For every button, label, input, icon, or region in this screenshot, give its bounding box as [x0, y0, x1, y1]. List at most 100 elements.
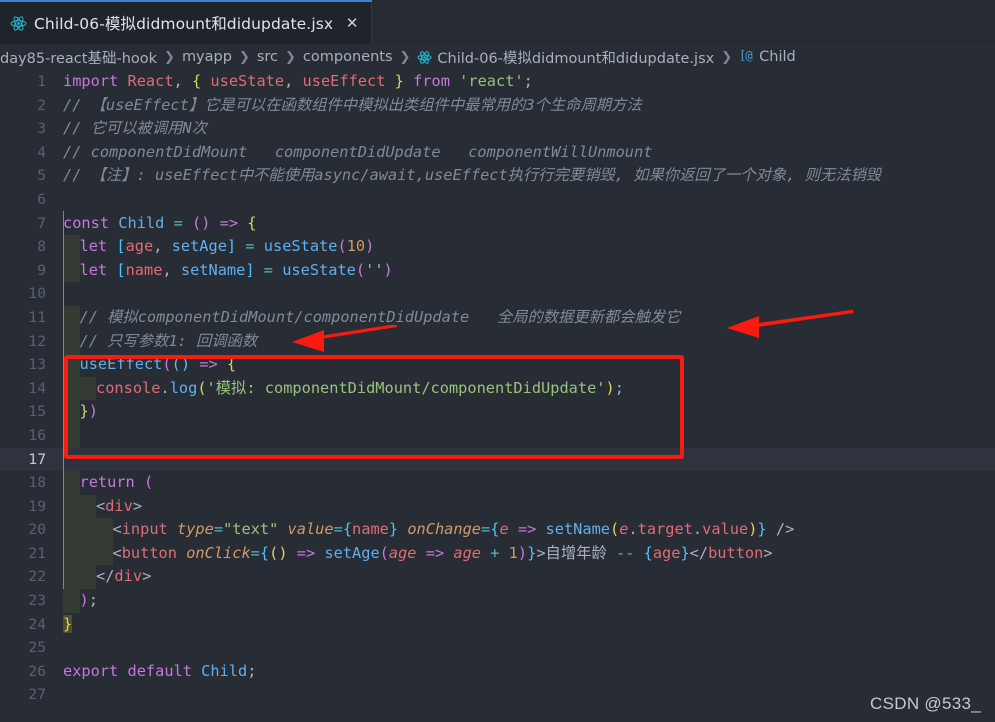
code-text: // 模拟componentDidMount/componentDidUpdat…: [46, 305, 995, 330]
code-line: 11 // 模拟componentDidMount/componentDidUp…: [0, 305, 995, 330]
code-line: 8 let [age, setAge] = useState(10): [0, 235, 995, 259]
code-line: 10: [0, 282, 995, 306]
code-line: 1 import React, { useState, useEffect } …: [0, 70, 995, 94]
code-line: 12 // 只写参数1: 回调函数: [0, 329, 995, 354]
line-number: 16: [28, 426, 46, 444]
code-line: 23 );: [0, 589, 995, 613]
breadcrumb-chevron-icon: ❯: [238, 49, 250, 65]
code-line: 26 export default Child;: [0, 660, 995, 684]
code-line: 25: [0, 636, 995, 660]
line-number: 14: [28, 379, 46, 397]
code-line: 19 <div>: [0, 494, 995, 519]
line-number: 9: [37, 261, 46, 279]
code-text: );: [46, 589, 995, 613]
breadcrumb-chevron-icon: ❯: [164, 49, 175, 65]
code-text: import React, { useState, useEffect } fr…: [63, 72, 533, 90]
code-text: // 它可以被调用N次: [63, 119, 207, 138]
code-text: console.log('模拟: componentDidMount/compo…: [46, 376, 995, 401]
line-number: 5: [37, 167, 46, 185]
watermark: CSDN @533_: [870, 694, 981, 713]
code-line: 5 // 【注】: useEffect中不能使用async/await,useE…: [0, 164, 995, 188]
breadcrumb-chevron-icon: ❯: [399, 49, 411, 65]
code-text: <button onClick={() => setAge(age => age…: [46, 541, 995, 566]
line-number: 10: [28, 285, 46, 303]
line-number: 23: [28, 592, 46, 610]
line-number: 21: [28, 544, 46, 562]
line-number: 22: [28, 568, 46, 586]
code-text: }: [63, 614, 73, 633]
breadcrumb: day85-react基础-hook ❯ myapp ❯ src ❯ compo…: [0, 44, 995, 70]
editor-tab-child-06[interactable]: Child-06-模拟didmount和didupdate.jsx ✕: [0, 0, 373, 44]
line-number: 26: [28, 662, 46, 680]
code-line: 27: [0, 683, 995, 707]
react-icon: [10, 15, 27, 32]
code-line: 14 console.log('模拟: componentDidMount/co…: [0, 376, 995, 401]
code-text: [46, 423, 995, 448]
code-text: let [age, setAge] = useState(10): [46, 235, 995, 259]
code-line: 9 let [name, setName] = useState(''): [0, 258, 995, 283]
code-text: <div>: [46, 494, 995, 519]
code-text: <input type="text" value={name} onChange…: [46, 518, 995, 542]
code-line: 4 // componentDidMount componentDidUpdat…: [0, 141, 995, 165]
breadcrumb-item-1[interactable]: myapp: [182, 49, 232, 65]
close-icon[interactable]: ✕: [344, 15, 360, 31]
code-line: 2 // 【useEffect】它是可以在函数组件中模拟出类组件中最常用的3个生…: [0, 94, 995, 118]
code-line-current: 17: [0, 447, 995, 472]
code-text: // componentDidMount componentDidUpdate …: [63, 142, 653, 161]
code-text: export default Child;: [63, 661, 257, 680]
code-line: 3 // 它可以被调用N次: [0, 117, 995, 141]
breadcrumb-item-2[interactable]: src: [257, 49, 278, 65]
code-line: 15 }): [0, 400, 995, 424]
code-line: 22 </div>: [0, 565, 995, 590]
code-text: </div>: [46, 565, 995, 590]
line-number: 13: [28, 356, 46, 374]
code-line: 24 }: [0, 613, 995, 637]
line-number: 19: [28, 497, 46, 515]
code-text: return (: [46, 471, 995, 495]
line-number: 3: [37, 120, 46, 138]
code-text: useEffect(() => {: [46, 353, 995, 377]
line-number: 18: [28, 474, 46, 492]
line-number: 6: [37, 190, 46, 208]
code-text: }): [46, 400, 995, 424]
line-number: 17: [28, 450, 46, 468]
line-number: 4: [37, 143, 46, 161]
breadcrumb-item-3[interactable]: components: [303, 49, 393, 65]
line-number: 7: [37, 214, 46, 232]
tab-bar: Child-06-模拟didmount和didupdate.jsx ✕: [0, 0, 995, 44]
line-number: 24: [28, 615, 46, 633]
code-line: 21 <button onClick={() => setAge(age => …: [0, 541, 995, 566]
symbol-variable-icon: [@]: [739, 48, 759, 66]
breadcrumb-item-4[interactable]: Child-06-模拟didmount和didupdate.jsx: [437, 47, 714, 68]
code-line: 20 <input type="text" value={name} onCha…: [0, 518, 995, 542]
line-number: 12: [28, 332, 46, 350]
line-number: 27: [28, 686, 46, 704]
code-line: 16: [0, 423, 995, 448]
code-text: // 【useEffect】它是可以在函数组件中模拟出类组件中最常用的3个生命周…: [63, 95, 642, 114]
breadcrumb-chevron-icon: ❯: [285, 49, 296, 65]
tab-title: Child-06-模拟didmount和didupdate.jsx: [34, 15, 334, 33]
line-number: 1: [37, 73, 46, 90]
line-number: 2: [37, 96, 46, 114]
code-line: 13 useEffect(() => {: [0, 353, 995, 377]
breadcrumb-item-0[interactable]: day85-react基础-hook: [0, 47, 157, 68]
svg-text:[@]: [@]: [739, 48, 754, 62]
code-text: const Child = () => {: [63, 213, 257, 232]
code-text: let [name, setName] = useState(''): [46, 258, 995, 283]
code-line: 6: [0, 188, 995, 212]
line-number: 8: [37, 238, 46, 256]
code-line: 7 const Child = () => {: [0, 212, 995, 236]
code-text: // 【注】: useEffect中不能使用async/await,useEff…: [63, 166, 882, 185]
line-number: 20: [28, 521, 46, 539]
line-number: 25: [28, 639, 46, 657]
breadcrumb-item-5[interactable]: Child: [759, 49, 796, 65]
react-icon: [417, 50, 432, 65]
code-editor[interactable]: 1 import React, { useState, useEffect } …: [0, 70, 995, 722]
line-number: 15: [28, 403, 46, 421]
line-number: 11: [28, 308, 46, 326]
